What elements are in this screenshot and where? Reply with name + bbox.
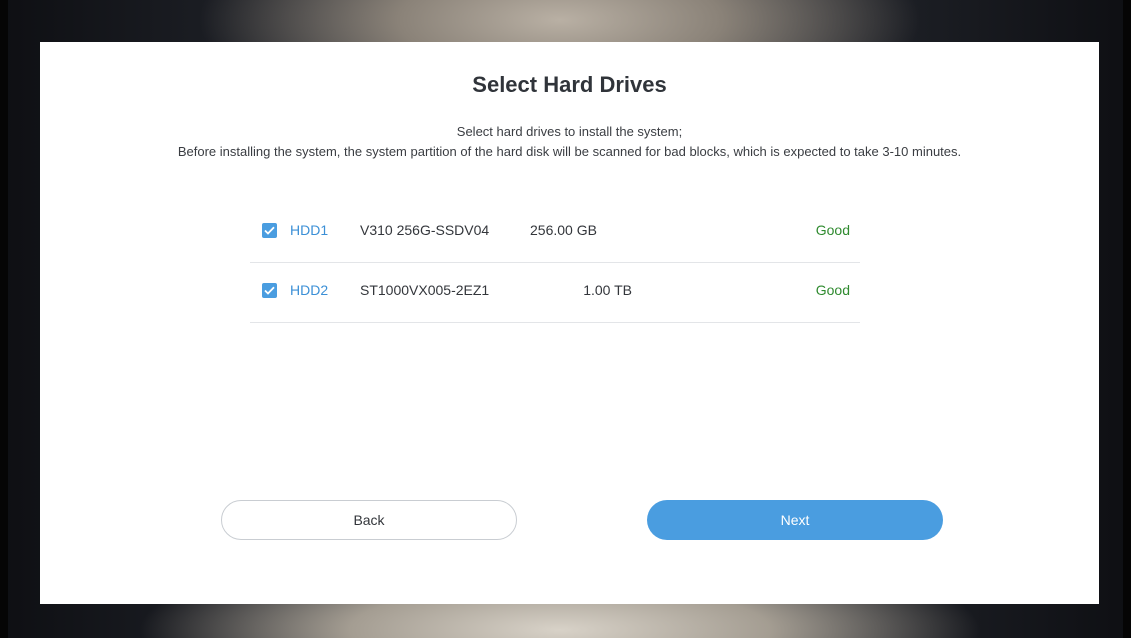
drive-name[interactable]: HDD1 <box>290 222 328 238</box>
description: Select hard drives to install the system… <box>70 122 1069 162</box>
install-wizard-panel: Select Hard Drives Select hard drives to… <box>40 42 1099 604</box>
drive-name[interactable]: HDD2 <box>290 282 328 298</box>
next-button[interactable]: Next <box>647 500 943 540</box>
drive-model: ST1000VX005-2EZ1 <box>360 282 490 298</box>
drive-checkbox-hdd2[interactable] <box>262 283 277 298</box>
check-icon <box>264 286 275 295</box>
check-icon <box>264 226 275 235</box>
back-button[interactable]: Back <box>221 500 517 540</box>
drive-status: Good <box>815 222 850 238</box>
drive-size: 256.00 GB <box>530 222 597 238</box>
screen-bezel-right <box>1123 0 1131 638</box>
drive-status: Good <box>815 282 850 298</box>
description-line-1: Select hard drives to install the system… <box>456 124 683 139</box>
drive-row-hdd1: HDD1 V310 256G-SSDV04 256.00 GB Good <box>250 206 860 263</box>
drive-size: 1.00 TB <box>583 282 632 298</box>
drive-model: V310 256G-SSDV04 <box>360 222 490 238</box>
drive-checkbox-hdd1[interactable] <box>262 223 277 238</box>
page-title: Select Hard Drives <box>472 72 667 97</box>
drive-row-hdd2: HDD2 ST1000VX005-2EZ1 1.00 TB Good <box>250 266 860 323</box>
screen-bezel-left <box>0 0 8 638</box>
description-line-2: Before installing the system, the system… <box>177 144 962 159</box>
drive-list: HDD1 V310 256G-SSDV04 256.00 GB Good HDD… <box>250 206 860 323</box>
